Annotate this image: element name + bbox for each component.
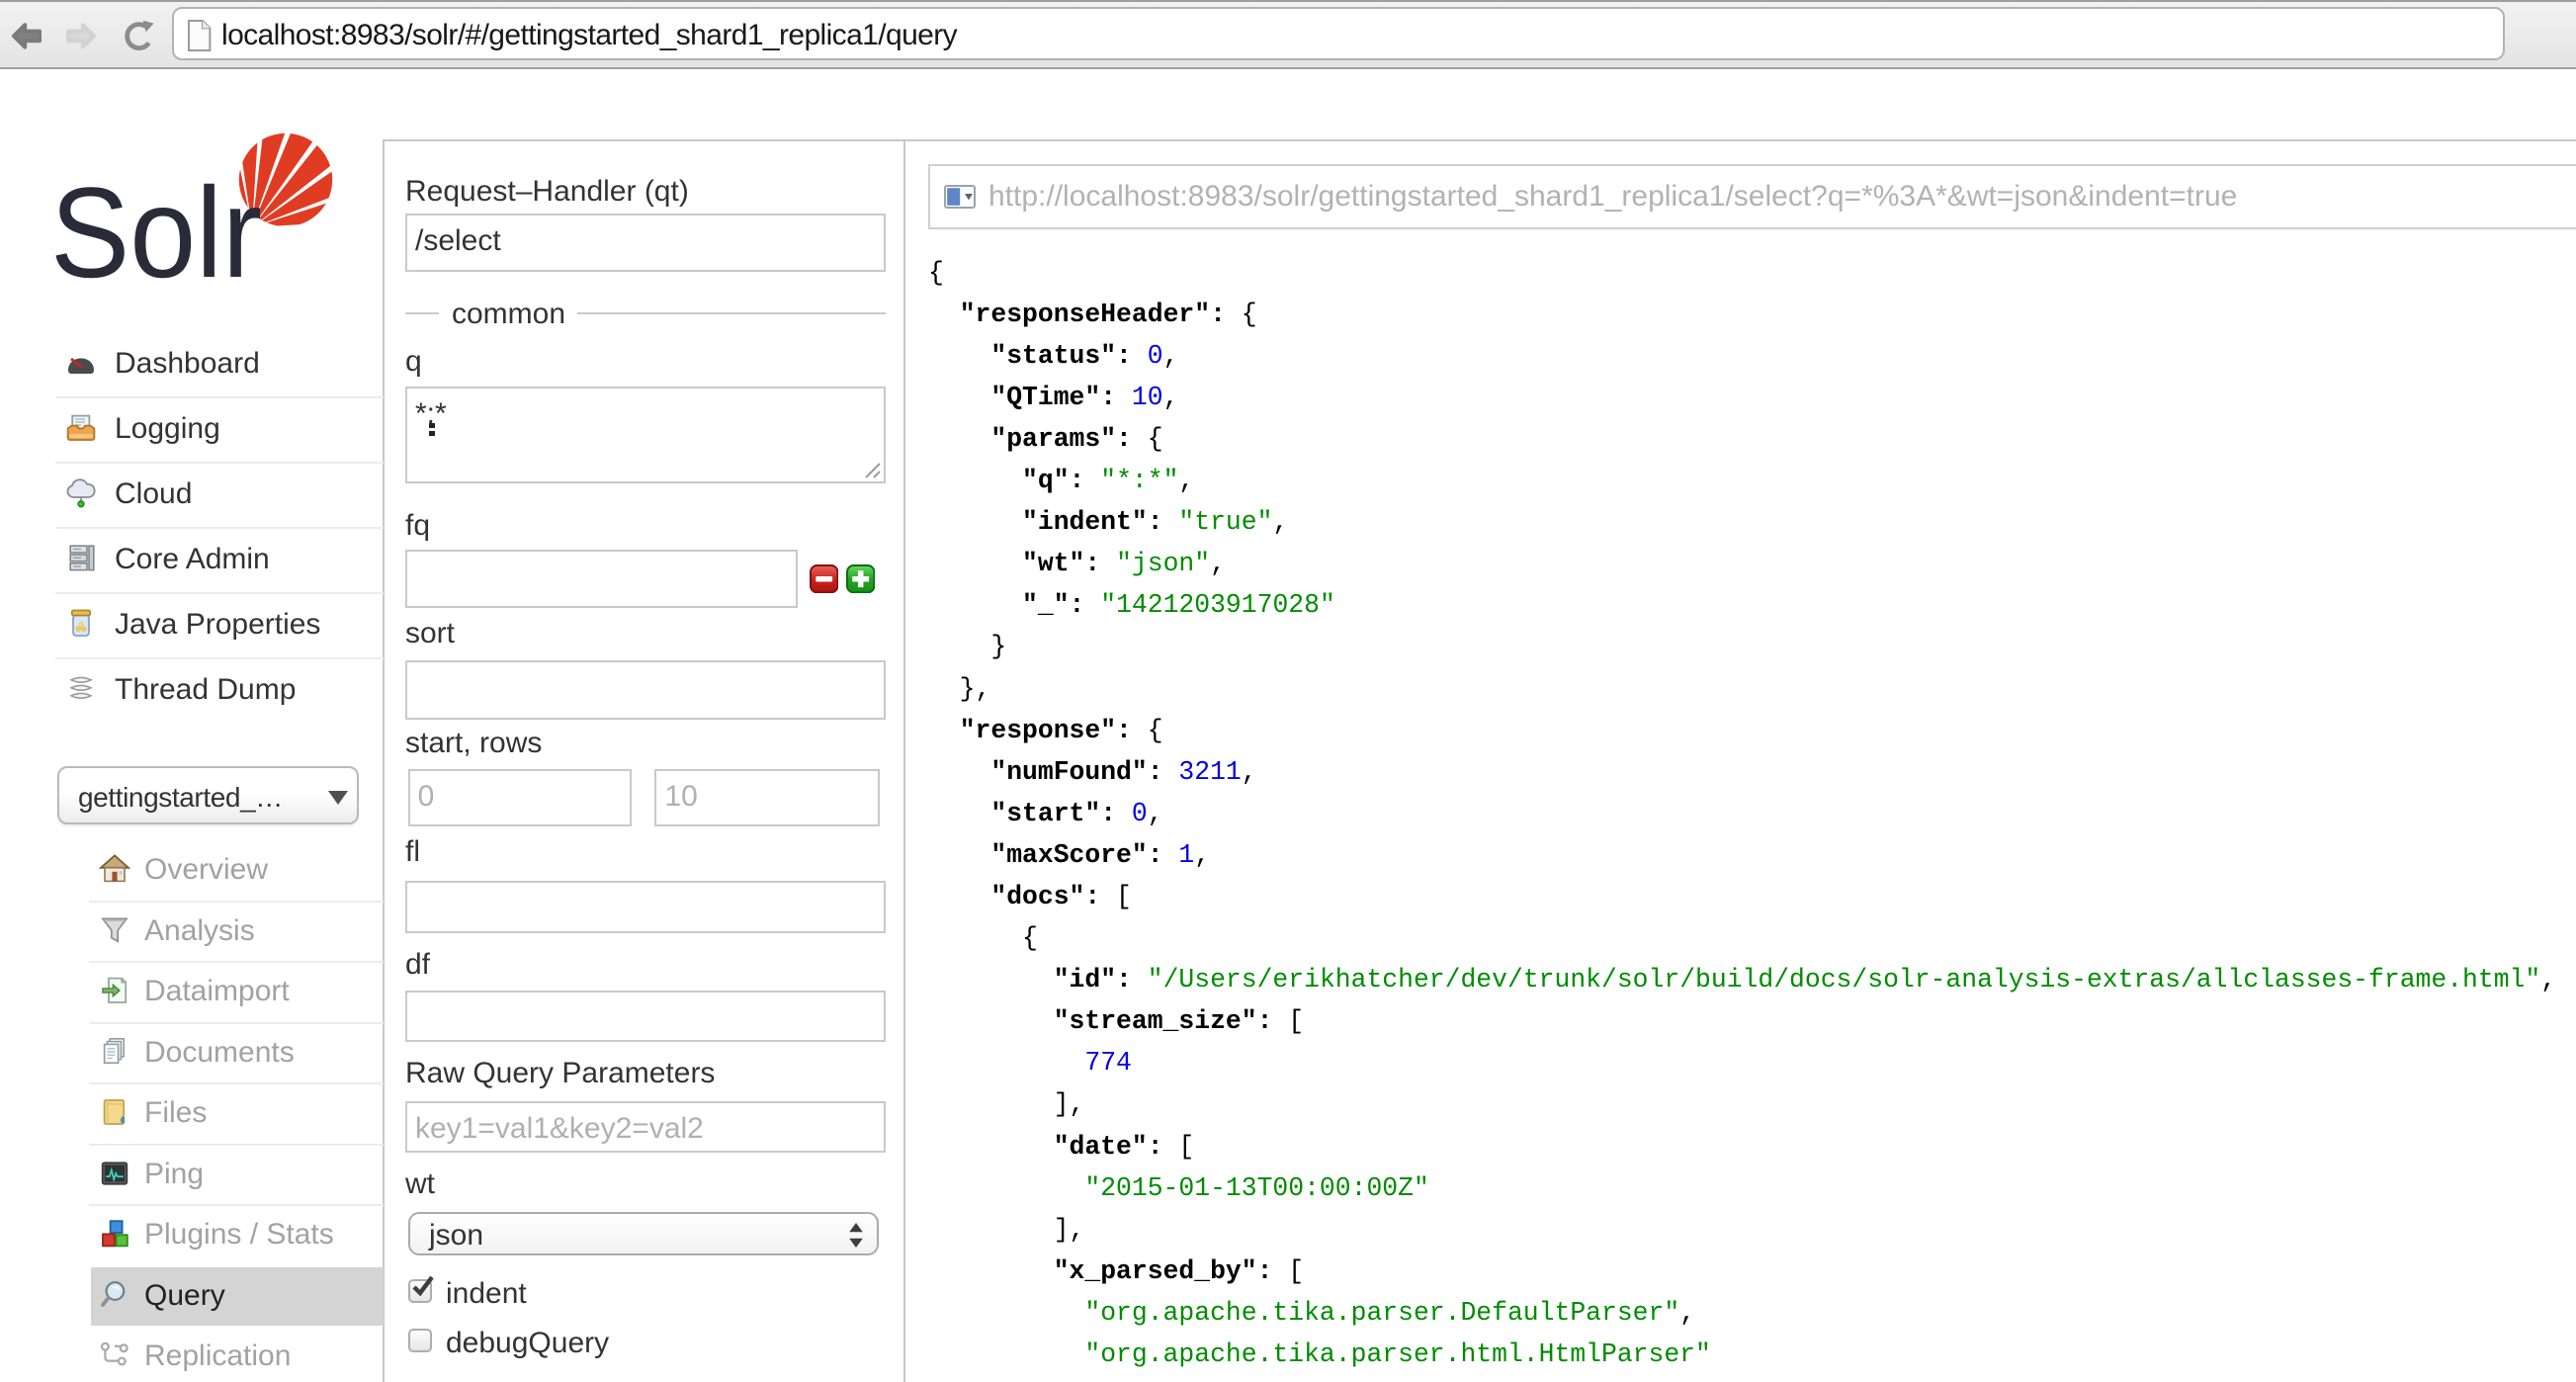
svg-text:Solr: Solr: [53, 160, 262, 304]
